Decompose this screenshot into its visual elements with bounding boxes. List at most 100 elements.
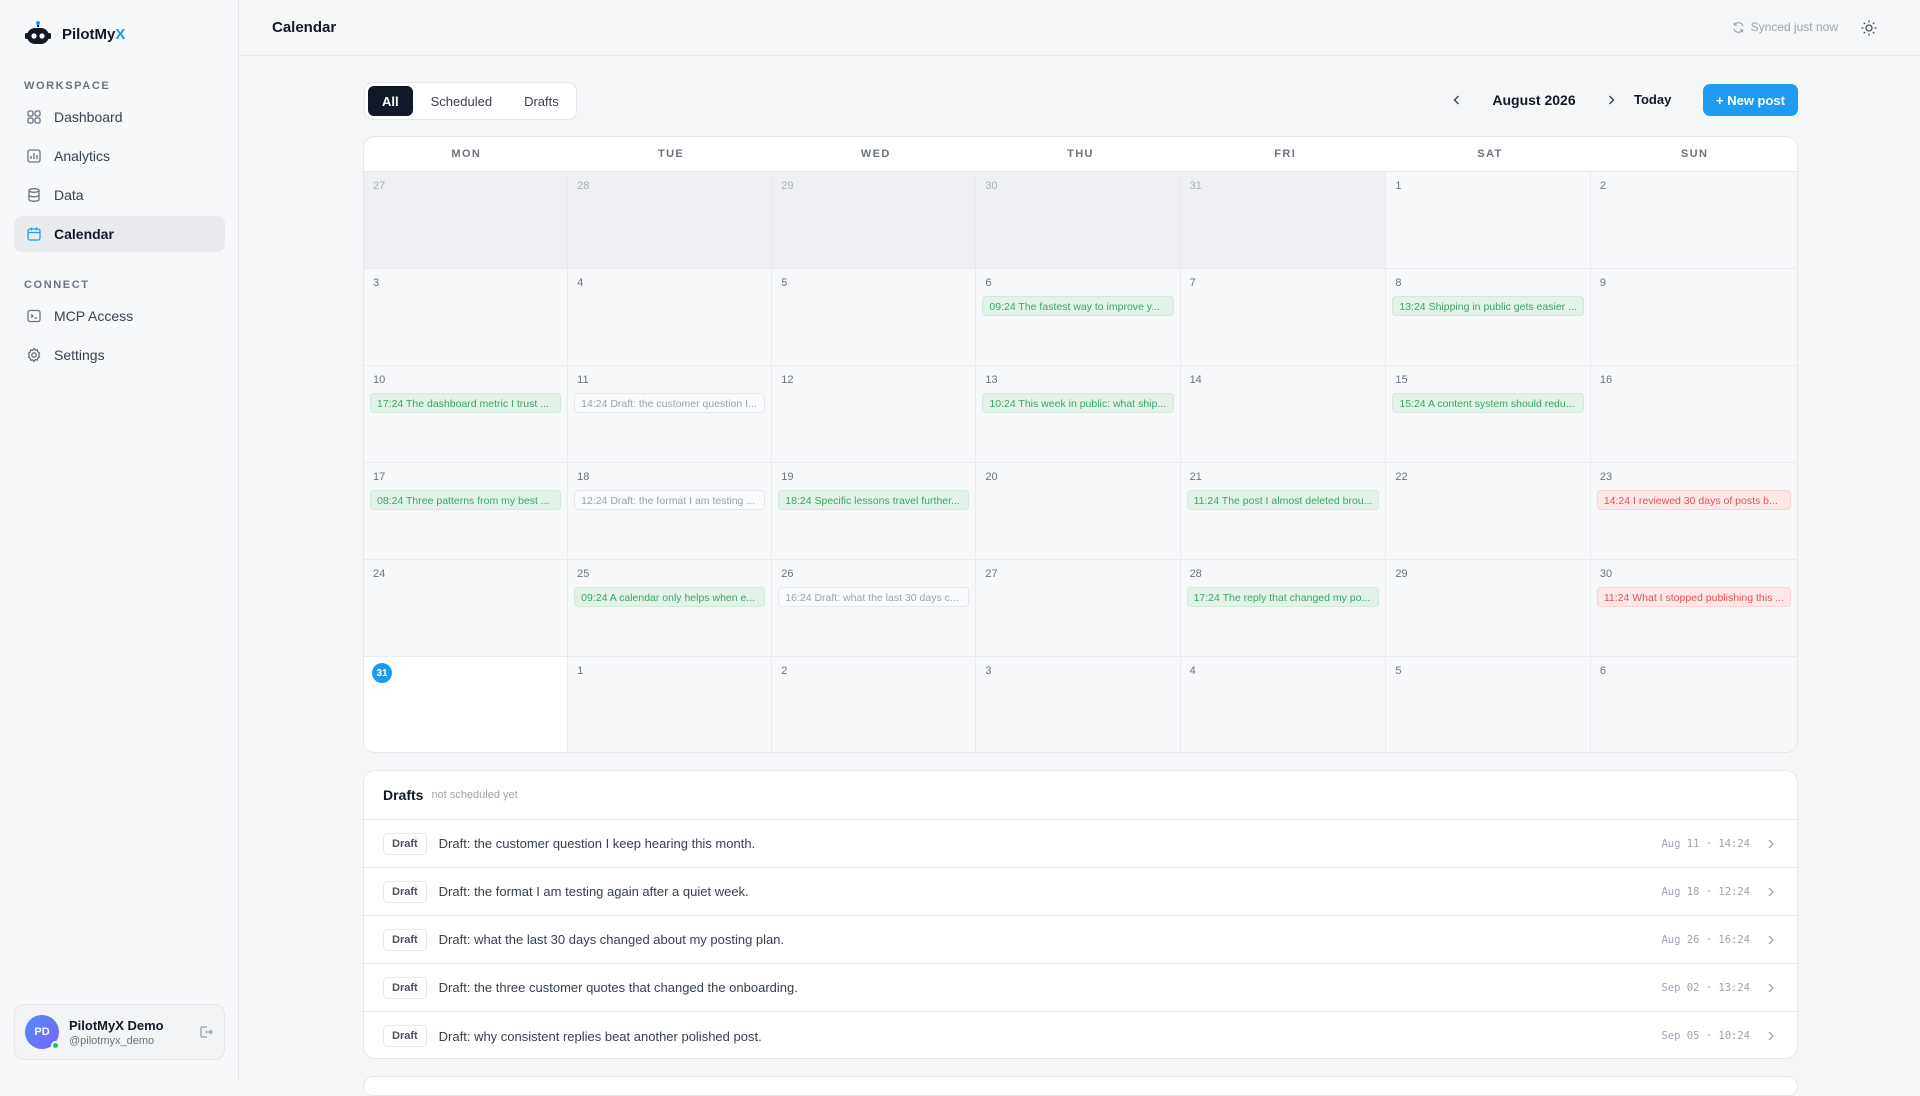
calendar-day-cell[interactable]: 10 17:24 The dashboard metric I trust ... bbox=[364, 366, 569, 463]
calendar-day-cell[interactable]: 28 bbox=[568, 172, 773, 269]
calendar-day-cell[interactable]: 13 10:24 This week in public: what ship..… bbox=[976, 366, 1181, 463]
calendar-event-scheduled[interactable]: 09:24 The fastest way to improve y... bbox=[982, 296, 1174, 316]
online-status-dot bbox=[51, 1041, 60, 1050]
calendar-day-cell[interactable]: 16 bbox=[1590, 366, 1797, 463]
day-number: 25 bbox=[577, 568, 590, 580]
sidebar-item-calendar[interactable]: Calendar bbox=[14, 216, 225, 252]
filter-segmented-control: All Scheduled Drafts bbox=[364, 82, 577, 120]
draft-text: Draft: the customer question I keep hear… bbox=[438, 836, 756, 851]
calendar-event-scheduled[interactable]: 18:24 Specific lessons travel further... bbox=[778, 490, 970, 510]
sidebar-item-data[interactable]: Data bbox=[14, 177, 225, 213]
calendar-day-cell[interactable]: 2 bbox=[772, 657, 977, 752]
calendar-day-cell[interactable]: 29 bbox=[1386, 560, 1591, 657]
terminal-icon bbox=[26, 308, 42, 324]
draft-row[interactable]: Draft Draft: the format I am testing agai… bbox=[364, 868, 1797, 916]
calendar-day-cell[interactable]: 25 09:24 A calendar only helps when e... bbox=[568, 560, 773, 657]
calendar-event-scheduled[interactable]: 17:24 The dashboard metric I trust ... bbox=[370, 393, 562, 413]
draft-row[interactable]: Draft Draft: the customer question I keep… bbox=[364, 820, 1797, 868]
weekday-label: TUE bbox=[657, 148, 685, 160]
draft-row[interactable]: Draft Draft: the three customer quotes th… bbox=[364, 964, 1797, 1012]
draft-date: Sep 05 · 10:24 bbox=[1661, 1030, 1750, 1042]
sidebar-item-label: Analytics bbox=[54, 148, 111, 164]
calendar-day-cell[interactable]: 4 bbox=[568, 269, 773, 366]
calendar-day-cell[interactable]: 3 bbox=[364, 269, 569, 366]
calendar-day-cell[interactable]: 14 bbox=[1180, 366, 1387, 463]
calendar-day-cell[interactable]: 6 bbox=[1590, 657, 1797, 752]
draft-row[interactable]: Draft Draft: why consistent replies beat … bbox=[364, 1012, 1797, 1058]
calendar-event-scheduled[interactable]: 15:24 A content system should redu... bbox=[1392, 393, 1584, 413]
calendar-day-cell[interactable]: 20 bbox=[976, 463, 1181, 560]
calendar-day-cell[interactable]: 21 11:24 The post I almost deleted brou..… bbox=[1180, 463, 1387, 560]
day-number: 21 bbox=[1189, 471, 1202, 483]
chevron-left-icon[interactable] bbox=[1445, 88, 1469, 112]
calendar-day-cell[interactable]: 18 12:24 Draft: the format I am testing .… bbox=[568, 463, 773, 560]
brand[interactable]: PilotMyX bbox=[24, 20, 125, 48]
new-post-button[interactable]: + New post bbox=[1703, 84, 1798, 116]
day-number: 3 bbox=[373, 277, 380, 289]
workspace-section-label: WORKSPACE bbox=[24, 80, 111, 92]
calendar-day-cell[interactable]: 28 17:24 The reply that changed my po... bbox=[1180, 560, 1387, 657]
brand-name: PilotMyX bbox=[62, 25, 126, 43]
calendar-day-cell[interactable]: 22 bbox=[1386, 463, 1591, 560]
sidebar-item-dashboard[interactable]: Dashboard bbox=[14, 99, 225, 135]
calendar-day-cell[interactable]: 1 bbox=[568, 657, 773, 752]
calendar-day-cell-today[interactable]: 31 bbox=[364, 657, 569, 752]
calendar-day-cell[interactable]: 4 bbox=[1180, 657, 1387, 752]
calendar-day-cell[interactable]: 27 bbox=[976, 560, 1181, 657]
sidebar-item-settings[interactable]: Settings bbox=[14, 337, 225, 373]
calendar-day-cell[interactable]: 5 bbox=[1386, 657, 1591, 752]
calendar-event-scheduled[interactable]: 10:24 This week in public: what ship... bbox=[982, 393, 1174, 413]
sidebar-item-mcp-access[interactable]: MCP Access bbox=[14, 298, 225, 334]
calendar-day-cell[interactable]: 19 18:24 Specific lessons travel further.… bbox=[772, 463, 977, 560]
calendar-event-draft[interactable]: 14:24 Draft: the customer question I... bbox=[574, 393, 766, 413]
draft-row[interactable]: Draft Draft: what the last 30 days change… bbox=[364, 916, 1797, 964]
user-card[interactable]: PD PilotMyX Demo @pilotmyx_demo bbox=[14, 1004, 225, 1060]
day-number: 28 bbox=[1189, 568, 1202, 580]
calendar-day-cell[interactable]: 6 09:24 The fastest way to improve y... bbox=[976, 269, 1181, 366]
calendar-day-cell[interactable]: 30 bbox=[976, 172, 1181, 269]
calendar-day-cell[interactable]: 3 bbox=[976, 657, 1181, 752]
calendar-day-cell[interactable]: 15 15:24 A content system should redu... bbox=[1386, 366, 1591, 463]
calendar-event-scheduled[interactable]: 13:24 Shipping in public gets easier ... bbox=[1392, 296, 1584, 316]
calendar-event-scheduled[interactable]: 11:24 The post I almost deleted brou... bbox=[1186, 490, 1380, 510]
chevron-right-icon[interactable] bbox=[1599, 88, 1623, 112]
calendar-day-cell[interactable]: 2 bbox=[1590, 172, 1797, 269]
day-number: 16 bbox=[1599, 374, 1613, 386]
calendar-day-cell[interactable]: 7 bbox=[1180, 269, 1387, 366]
filter-drafts[interactable]: Drafts bbox=[510, 86, 573, 116]
calendar-event-failed[interactable]: 11:24 What I stopped publishing this ... bbox=[1596, 587, 1791, 607]
calendar-event-draft[interactable]: 16:24 Draft: what the last 30 days c... bbox=[778, 587, 970, 607]
calendar-event-scheduled[interactable]: 08:24 Three patterns from my best ... bbox=[370, 490, 562, 510]
logout-icon[interactable] bbox=[198, 1024, 214, 1040]
calendar-event-failed[interactable]: 14:24 I reviewed 30 days of posts b... bbox=[1596, 490, 1791, 510]
sidebar-item-analytics[interactable]: Analytics bbox=[14, 138, 225, 174]
gear-icon bbox=[26, 347, 42, 363]
sidebar-item-label: Settings bbox=[54, 347, 105, 363]
calendar-event-scheduled[interactable]: 17:24 The reply that changed my po... bbox=[1186, 587, 1380, 607]
filter-all[interactable]: All bbox=[368, 86, 413, 116]
calendar-event-draft[interactable]: 12:24 Draft: the format I am testing ... bbox=[574, 490, 766, 510]
calendar-day-cell[interactable]: 30 11:24 What I stopped publishing this .… bbox=[1590, 560, 1797, 657]
calendar-day-cell[interactable]: 29 bbox=[772, 172, 977, 269]
calendar-day-cell[interactable]: 27 bbox=[364, 172, 569, 269]
day-number: 11 bbox=[577, 374, 589, 386]
calendar-day-cell[interactable]: 1 bbox=[1386, 172, 1591, 269]
drafts-title: Drafts bbox=[383, 787, 424, 803]
today-button[interactable]: Today bbox=[1634, 88, 1671, 112]
calendar-day-cell[interactable]: 31 bbox=[1180, 172, 1387, 269]
weekday-label: MON bbox=[451, 148, 482, 160]
day-number: 3 bbox=[985, 665, 992, 677]
calendar-day-cell[interactable]: 26 16:24 Draft: what the last 30 days c..… bbox=[772, 560, 977, 657]
calendar-day-cell[interactable]: 5 bbox=[772, 269, 977, 366]
calendar-day-cell[interactable]: 8 13:24 Shipping in public gets easier ..… bbox=[1386, 269, 1591, 366]
sun-icon[interactable] bbox=[1860, 19, 1878, 37]
calendar-day-cell[interactable]: 17 08:24 Three patterns from my best ... bbox=[364, 463, 569, 560]
draft-badge: Draft bbox=[383, 880, 427, 903]
calendar-day-cell[interactable]: 11 14:24 Draft: the customer question I..… bbox=[568, 366, 773, 463]
calendar-event-scheduled[interactable]: 09:24 A calendar only helps when e... bbox=[574, 587, 766, 607]
calendar-day-cell[interactable]: 24 bbox=[364, 560, 569, 657]
filter-scheduled[interactable]: Scheduled bbox=[417, 86, 506, 116]
calendar-day-cell[interactable]: 23 14:24 I reviewed 30 days of posts b... bbox=[1590, 463, 1797, 560]
calendar-day-cell[interactable]: 9 bbox=[1590, 269, 1797, 366]
calendar-day-cell[interactable]: 12 bbox=[772, 366, 977, 463]
